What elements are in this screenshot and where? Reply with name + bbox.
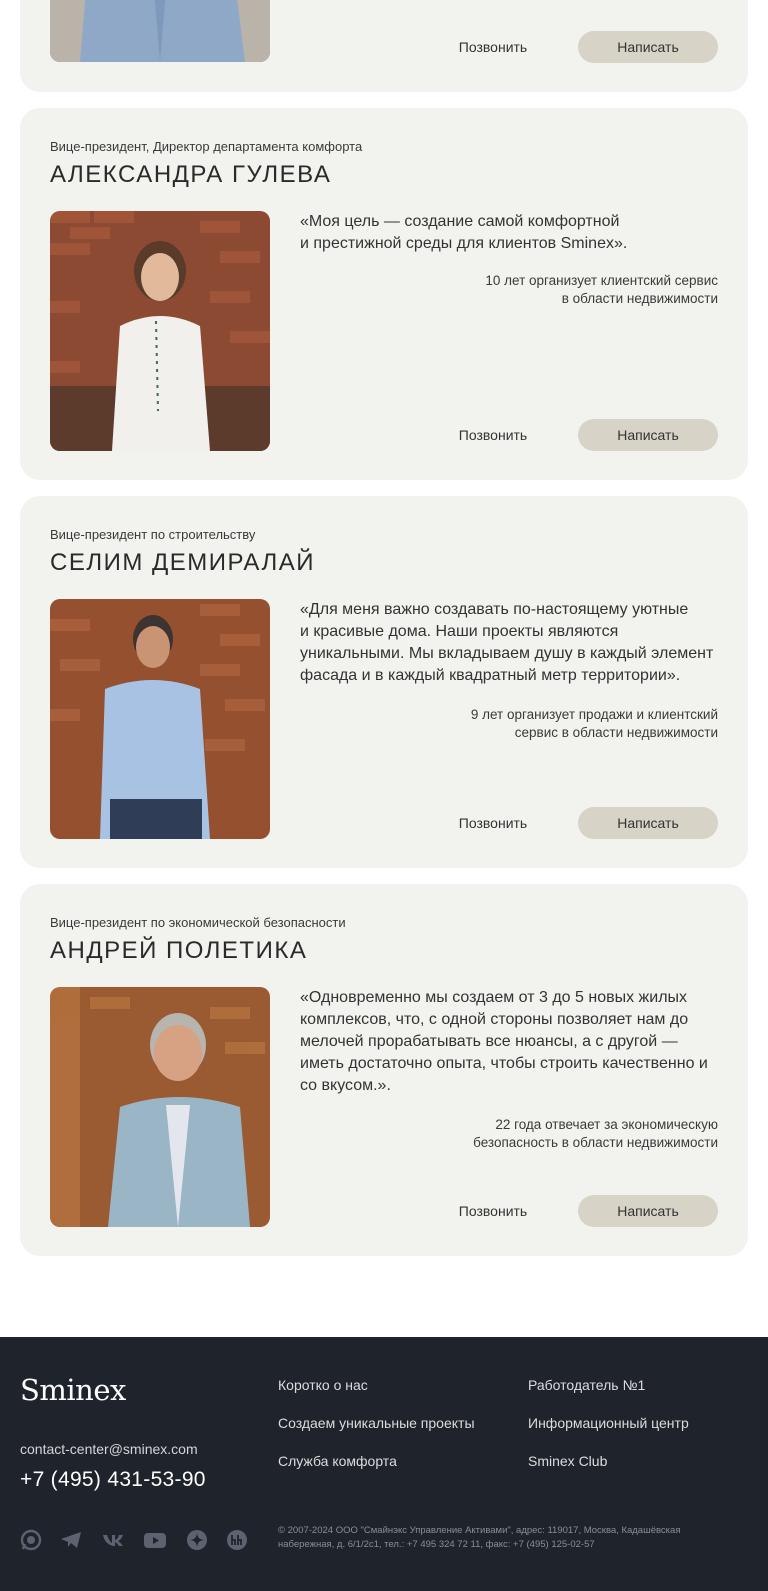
footer-link-projects[interactable]: Создаем уникальные проекты — [278, 1415, 475, 1431]
person-name: АЛЕКСАНДРА ГУЛЕВА — [50, 161, 332, 188]
footer-link-employer[interactable]: Работодатель №1 — [528, 1377, 645, 1393]
footer-phone-link[interactable]: +7 (495) 431-53-90 — [20, 1468, 206, 1492]
person-photo — [50, 987, 270, 1227]
footer-email-link[interactable]: contact-center@sminex.com — [20, 1441, 198, 1457]
footer-link-club[interactable]: Sminex Club — [528, 1453, 607, 1469]
person-quote: «Одновременно мы создаем от 3 до 5 новых… — [300, 989, 708, 1094]
team-card: Вице-президент по строительству СЕЛИМ ДЕ… — [20, 496, 748, 868]
footer-logo[interactable]: Sminex — [20, 1373, 126, 1407]
position-title: Вице-президент по строительству — [50, 527, 256, 542]
position-title: Вице-президент по экономической безопасн… — [50, 915, 346, 930]
copyright-text: © 2007-2024 ООО "Смайнэкс Управление Акт… — [278, 1525, 681, 1550]
person-name: СЕЛИМ ДЕМИРАЛАЙ — [50, 549, 315, 576]
site-footer: Sminex contact-center@sminex.com +7 (495… — [0, 1337, 768, 1591]
call-button[interactable]: Позвонить — [448, 419, 538, 451]
footer-link-about[interactable]: Коротко о нас — [278, 1377, 368, 1393]
person-quote: «Моя цель — создание самой комфортной и … — [300, 213, 628, 252]
experience-note: 10 лет организует клиентский сервис в об… — [485, 273, 718, 306]
person-name: АНДРЕЙ ПОЛЕТИКА — [50, 937, 308, 964]
whatsapp-icon[interactable] — [20, 1529, 42, 1551]
person-photo — [50, 0, 270, 62]
person-photo — [50, 211, 270, 451]
headhunter-icon[interactable] — [226, 1529, 248, 1551]
write-button[interactable]: Написать — [578, 31, 718, 63]
zen-icon[interactable] — [186, 1529, 208, 1551]
experience-note: 22 года отвечает за экономическую безопа… — [473, 1117, 718, 1150]
team-card: Вице-президент по экономической безопасн… — [20, 884, 748, 1256]
call-button[interactable]: Позвонить — [448, 1195, 538, 1227]
footer-link-info-center[interactable]: Информационный центр — [528, 1415, 689, 1431]
youtube-icon[interactable] — [144, 1529, 166, 1551]
person-photo — [50, 599, 270, 839]
vk-icon[interactable] — [102, 1529, 124, 1551]
team-card-partial: Позвонить Написать — [20, 0, 748, 92]
team-card: Вице-президент, Директор департамента ко… — [20, 108, 748, 480]
telegram-icon[interactable] — [60, 1529, 82, 1551]
write-button[interactable]: Написать — [578, 807, 718, 839]
write-button[interactable]: Написать — [578, 1195, 718, 1227]
footer-link-comfort[interactable]: Служба комфорта — [278, 1453, 397, 1469]
position-title: Вице-президент, Директор департамента ко… — [50, 139, 363, 154]
call-button[interactable]: Позвонить — [448, 807, 538, 839]
call-button[interactable]: Позвонить — [448, 31, 538, 63]
write-button[interactable]: Написать — [578, 419, 718, 451]
person-quote: «Для меня важно создавать по-настоящему … — [300, 601, 714, 684]
experience-note: 9 лет организует продажи и клиентский се… — [470, 707, 718, 740]
